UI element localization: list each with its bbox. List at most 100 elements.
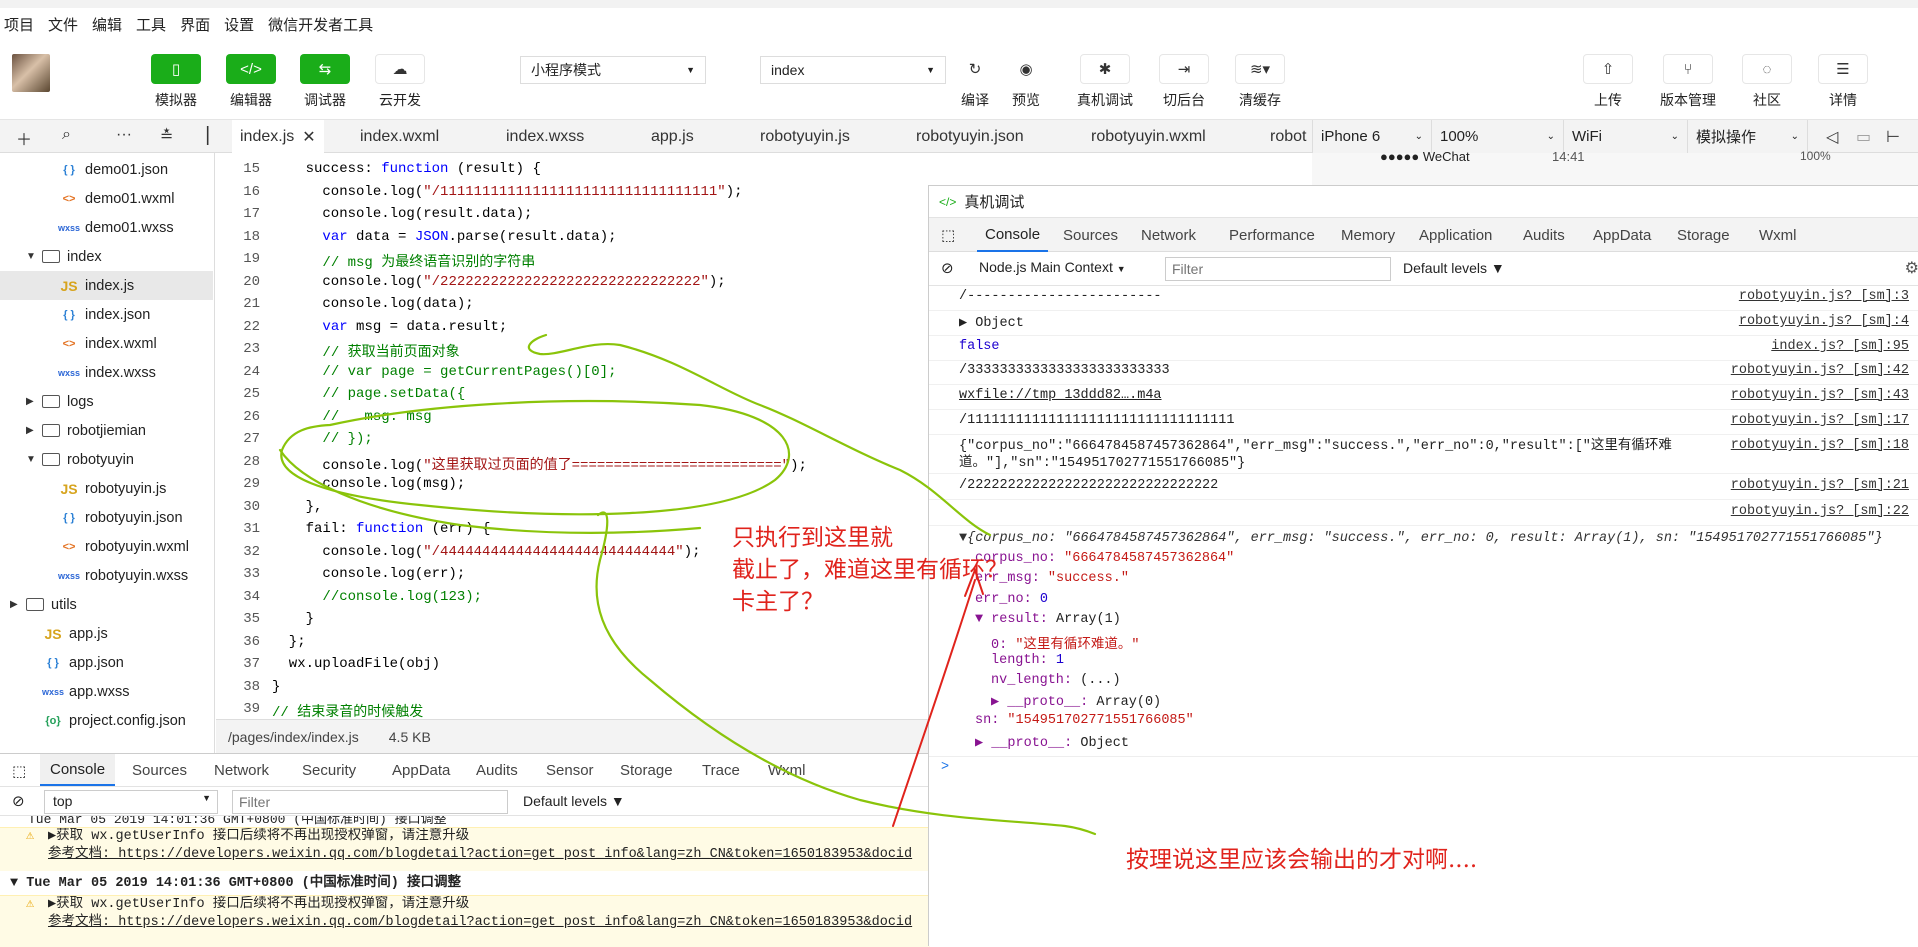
console-source-link[interactable]: robotyuyin.js? [sm]:3 [1739,289,1909,304]
add-file-icon[interactable]: ＋ [16,126,32,150]
code-line[interactable]: var msg = data.result; [272,319,507,335]
file-tree-item[interactable]: ▼ robotyuyin [0,445,213,474]
code-line[interactable]: }; [272,634,306,650]
tab-robot[interactable]: robot [1262,120,1314,153]
real-debug-button[interactable]: ✱ 真机调试 [1073,54,1137,110]
bottom-tab-sensor[interactable]: Sensor [546,754,594,786]
preview-button[interactable]: ◉ 预览 [994,54,1058,110]
console-source-link[interactable]: robotyuyin.js? [sm]:22 [1731,504,1909,519]
file-tree-item[interactable]: ▶ robotjiemian [0,416,213,445]
file-tree-item[interactable]: <> demo01.wxml [0,184,213,213]
version-button[interactable]: ⑂ 版本管理 [1656,54,1720,110]
tab-app-js[interactable]: app.js [643,120,702,153]
avatar[interactable] [12,54,50,92]
file-tree-item[interactable]: wxss index.wxss [0,358,213,387]
background-button[interactable]: ⇥ 切后台 [1152,54,1216,110]
operation-select[interactable]: 模拟操作 ⌄ [1688,120,1808,153]
file-tree-item[interactable]: { } app.json [0,648,213,677]
code-line[interactable]: console.log(data); [272,296,473,312]
file-tree-item[interactable]: {o} project.config.json [0,706,213,735]
file-tree-item[interactable]: ▶ logs [0,387,213,416]
file-tree-item[interactable]: <> robotyuyin.wxml [0,532,213,561]
community-button[interactable]: ◌ 社区 [1735,54,1799,110]
remote-tab-sources[interactable]: Sources [1055,218,1126,252]
file-tree-item[interactable]: ▼ index [0,242,213,271]
menu-tools[interactable]: 工具 [136,14,166,35]
code-line[interactable]: } [272,611,314,627]
code-line[interactable]: console.log("/44444444444444444444444444… [272,544,700,560]
menu-file[interactable]: 文件 [48,14,78,35]
chevron-down-icon[interactable]: ▼ [26,454,42,465]
context-select[interactable]: Node.js Main Context ▼ [973,257,1145,281]
mode-select[interactable]: 小程序模式 ▼ [520,56,706,84]
remote-tab-memory[interactable]: Memory [1333,218,1403,252]
tab-robotyuyin-json[interactable]: robotyuyin.json [908,120,1032,153]
tab-robotyuyin-wxml[interactable]: robotyuyin.wxml [1083,120,1214,153]
tab-index-wxss[interactable]: index.wxss [498,120,592,153]
levels-select[interactable]: Default levels ▼ [1403,260,1505,276]
console-prompt[interactable]: > [929,756,1918,780]
bottom-tab-console[interactable]: Console [40,754,116,786]
clear-icon[interactable]: ⊘ [12,792,25,810]
code-line[interactable]: console.log("/11111111111111111111111111… [272,184,742,200]
code-line[interactable]: // msg: msg [272,409,431,425]
tab-robotyuyin-js[interactable]: robotyuyin.js [752,120,858,153]
chevron-down-icon[interactable]: ▼ [26,251,42,262]
clear-cache-button[interactable]: ≋▾ 清缓存 [1228,54,1292,110]
code-line[interactable]: // 获取当前页面对象 [272,341,459,361]
remote-tab-console[interactable]: Console [977,218,1049,252]
console-source-link[interactable]: robotyuyin.js? [sm]:4 [1739,314,1909,329]
file-tree-item[interactable]: JS app.js [0,619,213,648]
code-line[interactable]: // page.setData({ [272,386,465,402]
menu-project[interactable]: 项目 [4,14,34,35]
console-source-link[interactable]: robotyuyin.js? [sm]:21 [1731,478,1909,493]
code-line[interactable]: success: function (result) { [272,161,541,177]
console-message[interactable]: wxfile://tmp_13ddd82….m4a [959,388,1162,403]
editor-button[interactable]: </> 编辑器 [219,54,283,110]
clear-icon[interactable]: ⊘ [941,259,954,277]
menu-devtools[interactable]: 微信开发者工具 [268,14,373,35]
levels-select[interactable]: Default levels ▼ [523,793,625,809]
file-tree-item[interactable]: wxss robotyuyin.wxss [0,561,213,590]
toggle-panel-icon[interactable]: ▏ [207,126,219,146]
menu-view[interactable]: 界面 [180,14,210,35]
code-line[interactable]: fail: function (err) { [272,521,491,537]
bottom-tab-trace[interactable]: Trace [702,754,740,786]
console-filter-input[interactable] [232,790,508,814]
file-tree-item[interactable]: JS index.js [0,271,213,300]
doc-link[interactable]: 参考文档: https://developers.weixin.qq.com/b… [48,914,930,932]
console-source-link[interactable]: index.js? [sm]:95 [1771,339,1909,354]
file-tree-item[interactable]: <> index.wxml [0,329,213,358]
remote-tab-storage[interactable]: Storage [1669,218,1738,252]
code-line[interactable]: }, [272,499,323,515]
console-message[interactable]: ▶ Object [959,314,1024,331]
remote-tab-audits[interactable]: Audits [1515,218,1573,252]
console-source-link[interactable]: robotyuyin.js? [sm]:17 [1731,413,1909,428]
code-line[interactable]: //console.log(123); [272,589,482,605]
file-tree-item[interactable]: wxss app.wxss [0,677,213,706]
code-line[interactable]: // msg 为最终语音识别的字符串 [272,251,535,271]
simulator-button[interactable]: ▯ 模拟器 [144,54,208,110]
log-group-header[interactable]: ▼ Tue Mar 05 2019 14:01:36 GMT+0800 (中国标… [0,874,930,894]
split-icon[interactable]: ⊢ [1886,127,1900,147]
bottom-tab-storage[interactable]: Storage [620,754,673,786]
inspect-icon[interactable]: ⬚ [941,226,955,244]
bottom-tab-network[interactable]: Network [214,754,269,786]
bottom-tab-sources[interactable]: Sources [132,754,187,786]
menu-settings[interactable]: 设置 [224,14,254,35]
bottom-tab-appdata[interactable]: AppData [392,754,450,786]
remote-tab-performance[interactable]: Performance [1221,218,1323,252]
detail-button[interactable]: ☰ 详情 [1811,54,1875,110]
file-tree-item[interactable]: JS robotyuyin.js [0,474,213,503]
upload-button[interactable]: ⇧ 上传 [1576,54,1640,110]
file-tree-item[interactable]: wxss demo01.wxss [0,213,213,242]
menu-edit[interactable]: 编辑 [92,14,122,35]
page-select[interactable]: index ▼ [760,56,946,84]
code-line[interactable]: console.log(result.data); [272,206,532,222]
collapse-icon[interactable]: ≛ [160,126,173,146]
search-icon[interactable]: ⌕ [62,126,71,144]
file-tree-item[interactable]: { } demo01.json [0,155,213,184]
file-tree-item[interactable]: ▶ utils [0,590,213,619]
remote-tab-network[interactable]: Network [1133,218,1204,252]
file-tree-item[interactable]: { } robotyuyin.json [0,503,213,532]
